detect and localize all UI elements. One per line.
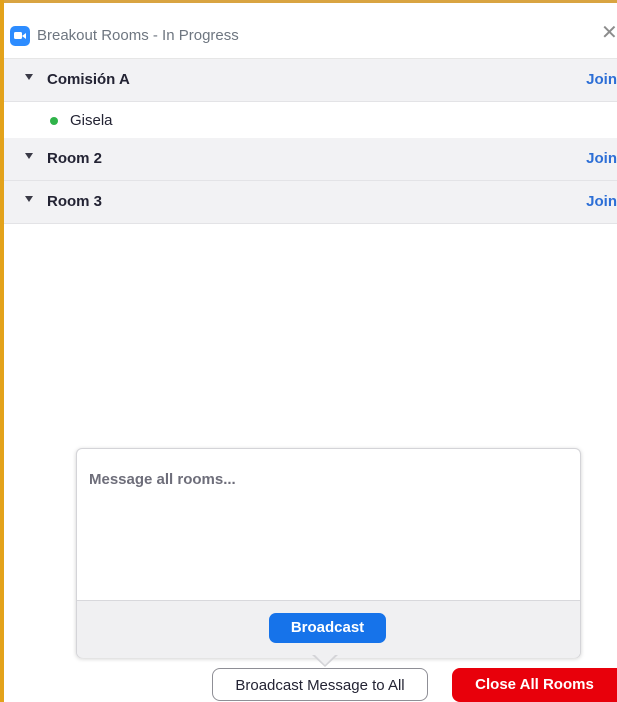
join-button[interactable]: Join — [586, 193, 617, 210]
room-header-comision-a[interactable]: Comisión A Join — [4, 59, 617, 102]
expand-caret-icon[interactable] — [25, 196, 33, 202]
broadcast-message-input[interactable]: Message all rooms... — [89, 471, 236, 488]
participant-row: Gisela — [4, 104, 617, 139]
close-all-rooms-button[interactable]: Close All Rooms — [452, 668, 617, 702]
join-button[interactable]: Join — [586, 71, 617, 88]
zoom-camera-icon — [10, 26, 30, 46]
expand-caret-icon[interactable] — [25, 74, 33, 80]
room-name: Room 3 — [47, 193, 103, 210]
expand-caret-icon[interactable] — [25, 153, 33, 159]
broadcast-popover: Message all rooms... Broadcast — [76, 448, 581, 658]
participant-name: Gisela — [70, 112, 113, 129]
breakout-rooms-window: Breakout Rooms - In Progress ✕ Comisión … — [4, 3, 617, 702]
broadcast-message-to-all-button[interactable]: Broadcast Message to All — [212, 668, 428, 701]
online-status-icon — [50, 117, 58, 125]
broadcast-button[interactable]: Broadcast — [269, 613, 386, 643]
room-name: Room 2 — [47, 150, 103, 167]
room-header-room-3[interactable]: Room 3 Join — [4, 181, 617, 224]
popover-footer: Broadcast — [77, 600, 580, 658]
title-bar: Breakout Rooms - In Progress ✕ — [4, 3, 617, 59]
join-button[interactable]: Join — [586, 150, 617, 167]
window-title: Breakout Rooms - In Progress — [37, 27, 239, 44]
popover-pointer-fill — [314, 654, 336, 665]
room-header-room-2[interactable]: Room 2 Join — [4, 138, 617, 181]
room-name: Comisión A — [47, 71, 130, 88]
close-icon[interactable]: ✕ — [601, 23, 617, 43]
